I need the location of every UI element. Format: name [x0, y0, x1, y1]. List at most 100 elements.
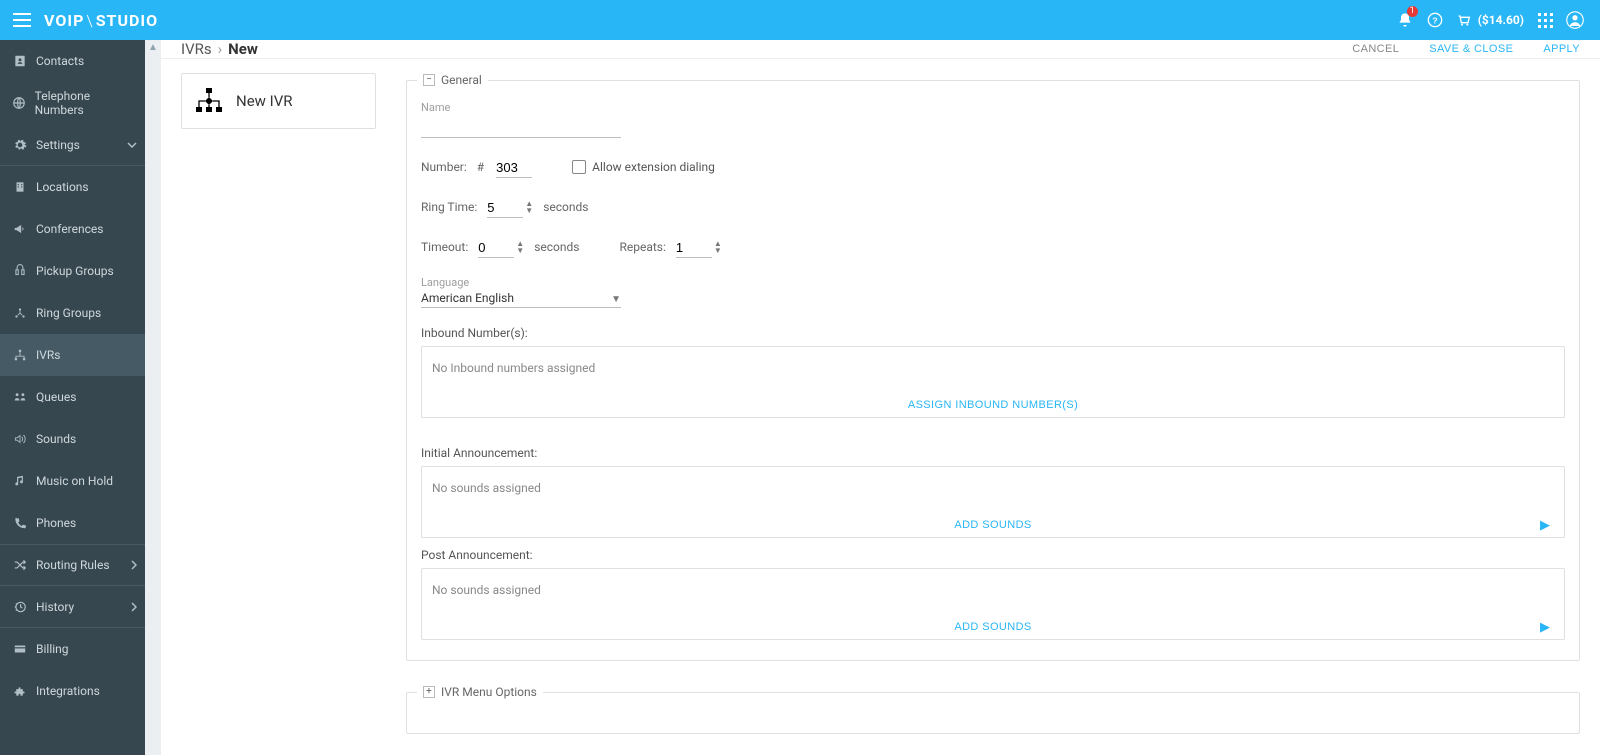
form-column: General Name Number: #: [406, 73, 1580, 755]
content-header: IVRs › New CANCEL SAVE & CLOSE APPLY: [161, 40, 1600, 59]
notification-badge: 1: [1407, 6, 1418, 17]
pickup-icon: [10, 264, 30, 278]
sidebar-item-ivrs[interactable]: IVRs: [0, 334, 145, 376]
sidebar-item-label: Telephone Numbers: [35, 89, 135, 117]
sidebar-item-phones[interactable]: Phones: [0, 502, 145, 544]
sidebar-item-ring-groups[interactable]: Ring Groups: [0, 292, 145, 334]
ivr-card-title: New IVR: [236, 92, 293, 110]
music-icon: [10, 474, 30, 488]
scroll-up-icon: ▲: [148, 42, 158, 53]
panel-title: General: [441, 73, 482, 87]
sidebar-item-label: Contacts: [36, 54, 84, 68]
sidebar-item-billing[interactable]: Billing: [0, 628, 145, 670]
sidebar-item-queues[interactable]: Queues: [0, 376, 145, 418]
general-panel: General Name Number: #: [406, 73, 1580, 661]
post-announcement-label: Post Announcement:: [421, 548, 1565, 562]
ring-time-stepper[interactable]: ▲▼: [487, 196, 533, 218]
sidebar-item-label: Ring Groups: [36, 306, 101, 320]
chevron-right-icon: [131, 560, 137, 570]
panel-title: IVR Menu Options: [441, 685, 537, 699]
notifications-button[interactable]: 1: [1390, 0, 1420, 40]
initial-announcement-box: No sounds assigned ADD SOUNDS ▶: [421, 466, 1565, 538]
timeout-input[interactable]: [478, 236, 514, 258]
repeats-stepper[interactable]: ▲▼: [676, 236, 722, 258]
expand-icon[interactable]: [423, 686, 435, 698]
play-initial-button[interactable]: ▶: [1540, 518, 1550, 533]
sidebar-item-integrations[interactable]: Integrations: [0, 670, 145, 712]
gear-icon: [10, 138, 30, 152]
stepper-arrows-icon[interactable]: ▲▼: [525, 200, 533, 214]
svg-text:?: ?: [1432, 15, 1437, 25]
sidebar-item-contacts[interactable]: Contacts: [0, 40, 145, 82]
name-input[interactable]: [421, 116, 621, 138]
cancel-button[interactable]: CANCEL: [1352, 43, 1399, 55]
cart-icon: [1456, 13, 1472, 27]
sidebar-item-label: Locations: [36, 180, 89, 194]
sidebar-item-routing-rules[interactable]: Routing Rules: [0, 544, 145, 586]
chevron-down-icon: [127, 142, 137, 148]
collapse-icon[interactable]: [423, 74, 435, 86]
sidebar-item-sounds[interactable]: Sounds: [0, 418, 145, 460]
save-close-button[interactable]: SAVE & CLOSE: [1429, 43, 1513, 55]
language-value: American English: [421, 291, 514, 305]
top-bar: VOIP \ STUDIO 1 ? ($14.60): [0, 0, 1600, 40]
sidebar-item-settings[interactable]: Settings: [0, 124, 145, 166]
stepper-arrows-icon[interactable]: ▲▼: [714, 240, 722, 254]
sound-icon: [10, 432, 30, 446]
ivr-card[interactable]: New IVR: [181, 73, 376, 129]
language-label: Language: [421, 276, 1565, 289]
ring-time-input[interactable]: [487, 196, 523, 218]
queue-icon: [10, 390, 30, 404]
inbound-numbers-label: Inbound Number(s):: [421, 326, 1565, 340]
phone-icon: [10, 516, 30, 530]
sidebar-item-pickup-groups[interactable]: Pickup Groups: [0, 250, 145, 292]
building-icon: [10, 180, 30, 194]
sidebar-item-locations[interactable]: Locations: [0, 166, 145, 208]
history-icon: [10, 600, 30, 614]
sidebar-item-label: Queues: [36, 390, 76, 404]
sidebar-item-label: IVRs: [36, 348, 61, 362]
timeout-label: Timeout:: [421, 240, 468, 254]
hamburger-menu-button[interactable]: [10, 0, 34, 40]
hash-icon: #: [477, 160, 484, 174]
sidebar-item-telephone-numbers[interactable]: Telephone Numbers: [0, 82, 145, 124]
allow-extension-checkbox[interactable]: Allow extension dialing: [572, 160, 715, 174]
repeats-input[interactable]: [676, 236, 712, 258]
content-area: IVRs › New CANCEL SAVE & CLOSE APPLY: [161, 40, 1600, 755]
help-button[interactable]: ?: [1420, 0, 1450, 40]
sidebar-item-history[interactable]: History: [0, 586, 145, 628]
allow-extension-label: Allow extension dialing: [592, 160, 715, 174]
ring-groups-icon: [10, 306, 30, 320]
seconds-label: seconds: [543, 200, 588, 214]
breadcrumb-root[interactable]: IVRs: [181, 40, 212, 58]
general-panel-header[interactable]: General: [417, 73, 488, 87]
sidebar: Contacts Telephone Numbers Settings Loca…: [0, 40, 145, 755]
sidebar-item-label: Pickup Groups: [36, 264, 114, 278]
breadcrumb-separator: ›: [218, 40, 223, 58]
timeout-stepper[interactable]: ▲▼: [478, 236, 524, 258]
apply-button[interactable]: APPLY: [1543, 43, 1580, 55]
logo-part2: STUDIO: [96, 11, 158, 30]
ivr-menu-options-header[interactable]: IVR Menu Options: [417, 685, 543, 699]
shuffle-icon: [10, 558, 30, 572]
ivr-tree-icon: [194, 87, 224, 115]
account-button[interactable]: [1560, 0, 1590, 40]
card-icon: [10, 642, 30, 656]
apps-button[interactable]: [1530, 0, 1560, 40]
sidebar-scrollbar[interactable]: ▲: [145, 40, 161, 755]
ivr-menu-options-panel: IVR Menu Options: [406, 685, 1580, 734]
number-input[interactable]: [496, 156, 532, 178]
sidebar-item-label: Conferences: [36, 222, 103, 236]
inbound-numbers-box: No Inbound numbers assigned ASSIGN INBOU…: [421, 346, 1565, 418]
assign-inbound-button[interactable]: ASSIGN INBOUND NUMBER(S): [908, 399, 1078, 411]
sidebar-item-conferences[interactable]: Conferences: [0, 208, 145, 250]
sidebar-item-music-on-hold[interactable]: Music on Hold: [0, 460, 145, 502]
inbound-empty-msg: No Inbound numbers assigned: [422, 347, 1564, 389]
add-sounds-post-button[interactable]: ADD SOUNDS: [954, 621, 1031, 633]
sidebar-item-label: Integrations: [36, 684, 100, 698]
stepper-arrows-icon[interactable]: ▲▼: [516, 240, 524, 254]
language-select[interactable]: American English ▼: [421, 291, 621, 308]
play-post-button[interactable]: ▶: [1540, 620, 1550, 635]
balance-button[interactable]: ($14.60): [1450, 13, 1530, 27]
add-sounds-initial-button[interactable]: ADD SOUNDS: [954, 519, 1031, 531]
